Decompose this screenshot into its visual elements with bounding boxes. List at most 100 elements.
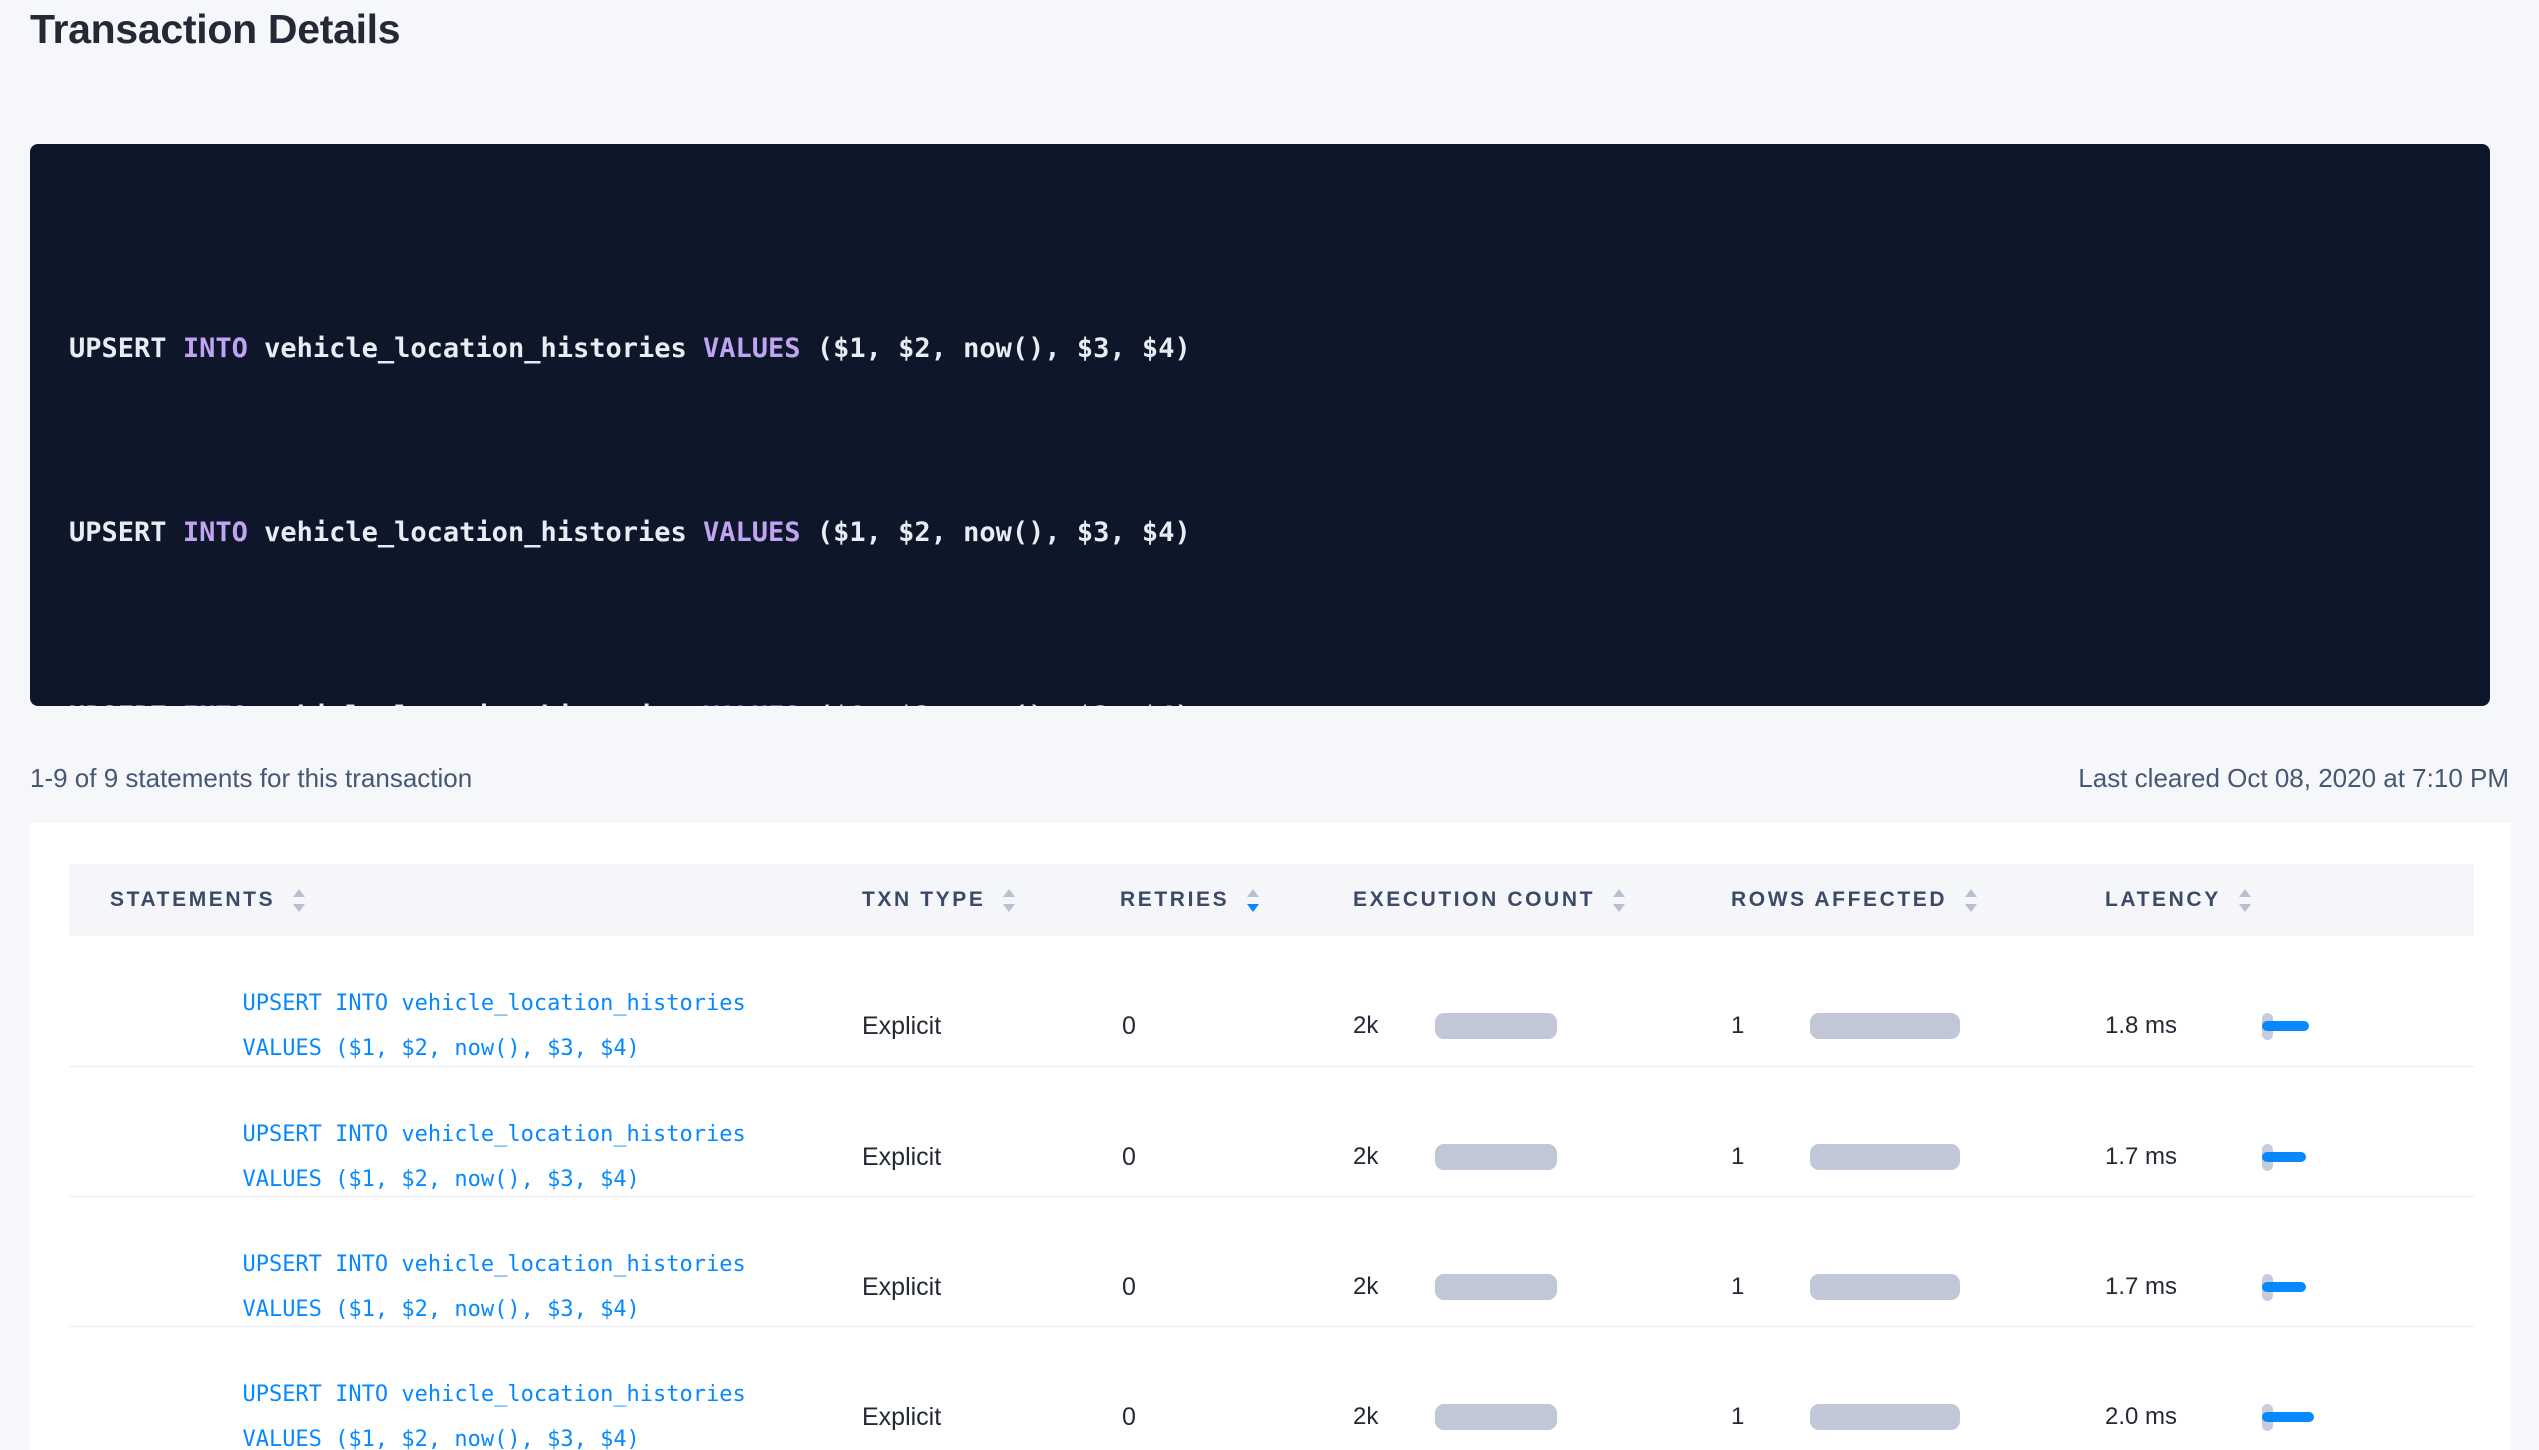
execution-count-cell: 2k xyxy=(1353,1012,1731,1040)
execution-count-value: 2k xyxy=(1353,1273,1435,1301)
sql-keyword-values: VALUES xyxy=(703,517,801,548)
sql-keyword-upsert: UPSERT xyxy=(69,517,167,548)
execution-count-value: 2k xyxy=(1353,1403,1435,1431)
sort-desc-icon xyxy=(2239,904,2251,912)
statements-table-card: STATEMENTS TXN TYPE RETRIES xyxy=(30,823,2510,1450)
latency-bar xyxy=(2262,1021,2309,1031)
sort-asc-icon xyxy=(293,889,305,897)
statement-cell: UPSERT INTO vehicle_location_histories V… xyxy=(69,1327,862,1450)
latency-cell: 1.7 ms xyxy=(2105,1273,2474,1301)
latency-bar-chart xyxy=(2262,1013,2342,1040)
latency-bar xyxy=(2262,1282,2306,1292)
latency-bar xyxy=(2262,1152,2306,1162)
sql-keyword-upsert: UPSERT xyxy=(69,701,167,706)
table-meta-row: 1-9 of 9 statements for this transaction… xyxy=(30,763,2509,794)
sql-keyword-into: INTO xyxy=(183,701,248,706)
execution-count-value: 2k xyxy=(1353,1143,1435,1171)
statement-link-line1: UPSERT INTO vehicle_location_histories xyxy=(242,1122,745,1147)
rows-affected-value: 1 xyxy=(1731,1273,1810,1301)
statement-table-row: UPSERT INTO vehicle_location_histories V… xyxy=(69,936,2474,1066)
retries-cell: 0 xyxy=(1110,1012,1353,1041)
latency-cell: 1.8 ms xyxy=(2105,1012,2474,1040)
sql-params: ($1, $2, now(), $3, $4) xyxy=(817,701,1191,706)
sort-arrows-icon[interactable] xyxy=(1965,889,1977,912)
latency-value: 1.7 ms xyxy=(2105,1143,2262,1171)
sort-desc-icon xyxy=(1965,904,1977,912)
column-header[interactable]: RETRIES xyxy=(1110,888,1353,912)
sort-asc-icon xyxy=(1613,889,1625,897)
execution-count-bar xyxy=(1435,1404,1557,1430)
sort-desc-icon xyxy=(1003,904,1015,912)
retries-cell: 0 xyxy=(1110,1403,1353,1432)
table-header-row: STATEMENTS TXN TYPE RETRIES xyxy=(69,864,2474,936)
sql-keyword-values: VALUES xyxy=(703,333,801,364)
sort-arrows-icon[interactable] xyxy=(1247,889,1259,912)
execution-count-value: 2k xyxy=(1353,1012,1435,1040)
rows-affected-cell: 1 xyxy=(1731,1143,2105,1171)
sql-keyword-upsert: UPSERT xyxy=(69,333,167,364)
sort-arrows-icon[interactable] xyxy=(1613,889,1625,912)
sql-keyword-into: INTO xyxy=(183,517,248,548)
rows-affected-cell: 1 xyxy=(1731,1273,2105,1301)
column-header-label: LATENCY xyxy=(2105,888,2221,912)
column-header-label: ROWS AFFECTED xyxy=(1731,888,1947,912)
statement-link-line2: VALUES ($1, $2, now(), $3, $4) xyxy=(242,1167,639,1192)
statement-link-line2: VALUES ($1, $2, now(), $3, $4) xyxy=(242,1427,639,1450)
statement-table-row: UPSERT INTO vehicle_location_histories V… xyxy=(69,1066,2474,1196)
sort-desc-icon xyxy=(1247,904,1259,912)
column-header-label: TXN TYPE xyxy=(862,888,985,912)
sql-table-name: vehicle_location_histories xyxy=(264,517,687,548)
txn-type-cell: Explicit xyxy=(862,1403,1110,1432)
latency-cell: 1.7 ms xyxy=(2105,1143,2474,1171)
sort-arrows-icon[interactable] xyxy=(293,889,305,912)
sql-keyword-into: INTO xyxy=(183,333,248,364)
rows-affected-bar xyxy=(1810,1013,1960,1039)
column-header[interactable]: LATENCY xyxy=(2105,888,2474,912)
page-title: Transaction Details xyxy=(30,6,400,53)
statement-link-line1: UPSERT INTO vehicle_location_histories xyxy=(242,991,745,1016)
sort-asc-icon xyxy=(1003,889,1015,897)
execution-count-bar xyxy=(1435,1013,1557,1039)
column-header[interactable]: ROWS AFFECTED xyxy=(1731,888,2105,912)
statement-link[interactable]: UPSERT INTO vehicle_location_histories V… xyxy=(110,1327,862,1450)
latency-bar-chart xyxy=(2262,1144,2342,1171)
sql-statement-line: UPSERT INTO vehicle_location_histories V… xyxy=(69,326,2460,372)
rows-affected-value: 1 xyxy=(1731,1403,1810,1431)
statement-link-line2: VALUES ($1, $2, now(), $3, $4) xyxy=(242,1297,639,1322)
statement-table-row: UPSERT INTO vehicle_location_histories V… xyxy=(69,1326,2474,1450)
execution-count-cell: 2k xyxy=(1353,1143,1731,1171)
latency-cell: 2.0 ms xyxy=(2105,1403,2474,1431)
column-header[interactable]: STATEMENTS xyxy=(69,888,862,912)
sql-table-name: vehicle_location_histories xyxy=(264,333,687,364)
rows-affected-cell: 1 xyxy=(1731,1403,2105,1431)
sql-statement-line: UPSERT INTO vehicle_location_histories V… xyxy=(69,694,2460,706)
rows-affected-bar xyxy=(1810,1274,1960,1300)
sort-desc-icon xyxy=(1613,904,1625,912)
latency-bar-chart xyxy=(2262,1274,2342,1301)
execution-count-bar xyxy=(1435,1274,1557,1300)
column-header[interactable]: TXN TYPE xyxy=(862,888,1110,912)
execution-count-bar xyxy=(1435,1144,1557,1170)
execution-count-cell: 2k xyxy=(1353,1273,1731,1301)
rows-affected-value: 1 xyxy=(1731,1143,1810,1171)
sql-keyword-values: VALUES xyxy=(703,701,801,706)
column-header[interactable]: EXECUTION COUNT xyxy=(1353,888,1731,912)
rows-affected-value: 1 xyxy=(1731,1012,1810,1040)
column-header-label: RETRIES xyxy=(1120,888,1229,912)
sort-desc-icon xyxy=(293,904,305,912)
rows-affected-bar xyxy=(1810,1404,1960,1430)
sql-statement-line: UPSERT INTO vehicle_location_histories V… xyxy=(69,510,2460,556)
sort-asc-icon xyxy=(1247,889,1259,897)
txn-type-cell: Explicit xyxy=(862,1012,1110,1041)
sql-table-name: vehicle_location_histories xyxy=(264,701,687,706)
statement-link-line2: VALUES ($1, $2, now(), $3, $4) xyxy=(242,1036,639,1061)
statements-count-label: 1-9 of 9 statements for this transaction xyxy=(30,763,472,794)
sort-asc-icon xyxy=(2239,889,2251,897)
sort-arrows-icon[interactable] xyxy=(1003,889,1015,912)
statement-link-line1: UPSERT INTO vehicle_location_histories xyxy=(242,1252,745,1277)
sort-arrows-icon[interactable] xyxy=(2239,889,2251,912)
retries-cell: 0 xyxy=(1110,1273,1353,1302)
txn-type-cell: Explicit xyxy=(862,1143,1110,1172)
retries-cell: 0 xyxy=(1110,1143,1353,1172)
statement-table-row: UPSERT INTO vehicle_location_histories V… xyxy=(69,1196,2474,1326)
